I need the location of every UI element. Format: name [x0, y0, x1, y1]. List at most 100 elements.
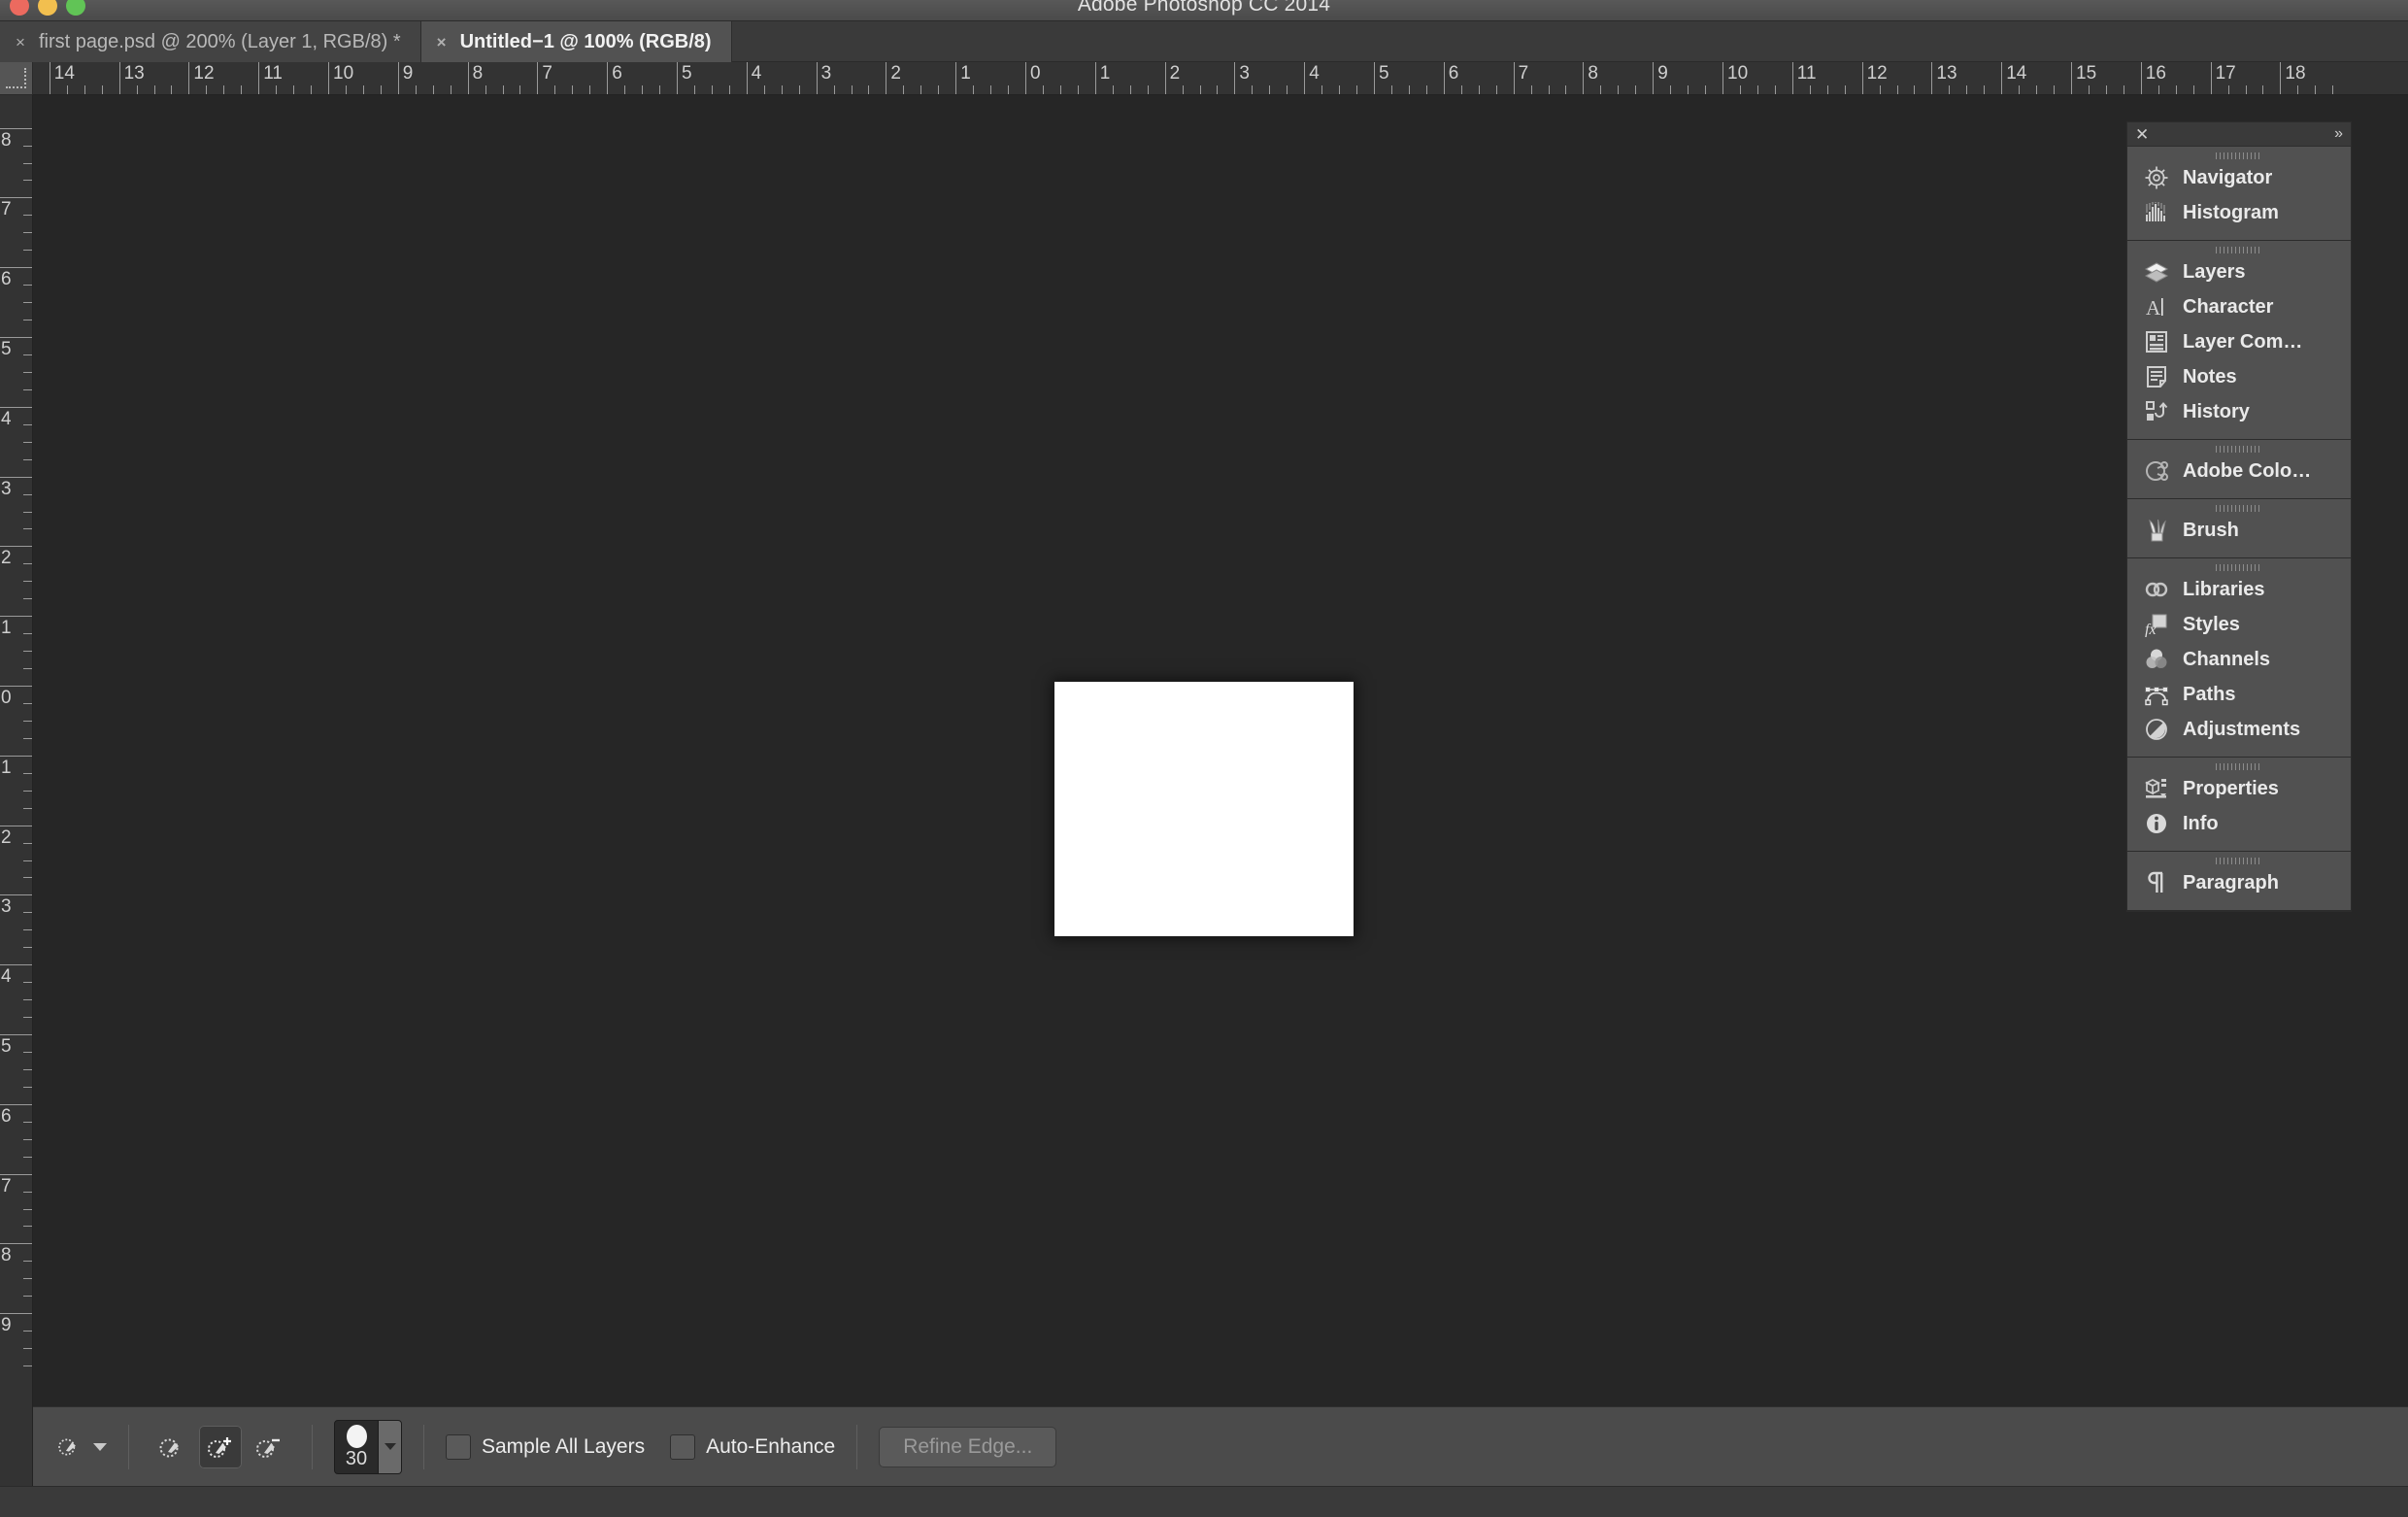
- ruler-minor-tick: [1549, 85, 1550, 94]
- sample-all-layers-checkbox[interactable]: Sample All Layers: [446, 1434, 645, 1460]
- panel-item-libraries[interactable]: Libraries: [2127, 572, 2351, 607]
- ruler-major-tick: [0, 964, 33, 965]
- panel-group-drag-handle[interactable]: [2127, 147, 2351, 160]
- document-canvas[interactable]: [1054, 682, 1354, 936]
- ruler-minor-tick: [694, 85, 695, 94]
- expand-panels-icon[interactable]: »: [2334, 126, 2341, 142]
- ruler-major-tick: [0, 894, 33, 895]
- ruler-label: 4: [1, 966, 12, 988]
- panel-item-histogram[interactable]: Histogram: [2127, 195, 2351, 230]
- document-tab-label: first page.psd @ 200% (Layer 1, RGB/8) *: [39, 31, 401, 53]
- brush-size-picker[interactable]: 30: [334, 1420, 402, 1474]
- chevron-down-icon[interactable]: [93, 1443, 107, 1451]
- panel-item-info[interactable]: Info: [2127, 806, 2351, 841]
- ruler-minor-tick: [2089, 85, 2090, 94]
- ruler-minor-tick: [1827, 85, 1828, 94]
- panel-item-paragraph[interactable]: Paragraph: [2127, 865, 2351, 900]
- ruler-minor-tick: [2228, 85, 2229, 94]
- checkbox-box[interactable]: [446, 1434, 471, 1460]
- panel-group-drag-handle[interactable]: [2127, 558, 2351, 572]
- ruler-minor-tick: [23, 1069, 32, 1070]
- close-icon[interactable]: ×: [437, 34, 447, 51]
- close-icon[interactable]: ×: [16, 34, 25, 51]
- panel-item-channels[interactable]: Channels: [2127, 642, 2351, 677]
- brush-dropdown-button[interactable]: [378, 1421, 401, 1473]
- auto-enhance-checkbox[interactable]: Auto-Enhance: [670, 1434, 835, 1460]
- ruler-label: 1: [1095, 63, 1111, 84]
- panel-item-brush[interactable]: Brush: [2127, 513, 2351, 548]
- ruler-label: 8: [1, 130, 12, 152]
- panel-group-drag-handle[interactable]: [2127, 852, 2351, 865]
- adjustments-icon: [2144, 717, 2169, 742]
- info-icon: [2144, 811, 2169, 836]
- panel-item-notes[interactable]: Notes: [2127, 359, 2351, 394]
- panel-dock: ✕ » NavigatorHistogram LayersACharacter La…: [2126, 121, 2352, 912]
- close-icon[interactable]: ✕: [2135, 126, 2149, 143]
- checkbox-box[interactable]: [670, 1434, 695, 1460]
- ruler-minor-tick: [23, 250, 32, 251]
- refine-edge-button[interactable]: Refine Edge...: [879, 1427, 1056, 1467]
- ruler-minor-tick: [23, 442, 32, 443]
- adobe-color-themes-icon: [2144, 458, 2169, 484]
- panel-item-character[interactable]: ACharacter: [2127, 289, 2351, 324]
- panel-group-drag-handle[interactable]: [2127, 440, 2351, 454]
- ruler-minor-tick: [2262, 85, 2263, 94]
- panel-item-navigator[interactable]: Navigator: [2127, 160, 2351, 195]
- panel-group-drag-handle[interactable]: [2127, 499, 2351, 513]
- panel-group: Properties Info: [2127, 758, 2351, 852]
- panel-item-history[interactable]: History: [2127, 394, 2351, 429]
- ruler-minor-tick: [2036, 85, 2037, 94]
- ruler-minor-tick: [938, 85, 939, 94]
- ruler-origin-corner[interactable]: [0, 62, 33, 95]
- ruler-minor-tick: [276, 85, 277, 94]
- subtract-from-selection-button[interactable]: [248, 1426, 290, 1468]
- ruler-minor-tick: [624, 85, 625, 94]
- ruler-minor-tick: [2315, 85, 2316, 94]
- quick-selection-preset-icon: [56, 1434, 82, 1460]
- document-tab-first-page[interactable]: × first page.psd @ 200% (Layer 1, RGB/8)…: [0, 21, 421, 62]
- panel-item-properties[interactable]: Properties: [2127, 771, 2351, 806]
- histogram-icon: [2144, 200, 2169, 225]
- canvas-area[interactable]: [33, 95, 2408, 1406]
- panel-item-layer-com[interactable]: Layer Com…: [2127, 324, 2351, 359]
- vertical-ruler[interactable]: 876543210123456789: [0, 95, 33, 1517]
- ruler-major-tick: [0, 337, 33, 338]
- ruler-minor-tick: [2297, 85, 2298, 94]
- panel-group-drag-handle[interactable]: [2127, 241, 2351, 254]
- ruler-minor-tick: [171, 85, 172, 94]
- ruler-minor-tick: [23, 1157, 32, 1158]
- ruler-minor-tick: [1269, 85, 1270, 94]
- character-icon: A: [2144, 294, 2169, 320]
- panel-item-adjustments[interactable]: Adjustments: [2127, 712, 2351, 747]
- ruler-minor-tick: [23, 389, 32, 390]
- document-tab-untitled-1[interactable]: × Untitled−1 @ 100% (RGB/8): [421, 21, 732, 62]
- history-icon: [2144, 399, 2169, 424]
- panel-item-label: Properties: [2183, 778, 2279, 800]
- panel-item-styles[interactable]: fxStyles: [2127, 607, 2351, 642]
- add-to-selection-button[interactable]: [199, 1426, 242, 1468]
- ruler-label: 9: [1, 1315, 12, 1336]
- horizontal-ruler[interactable]: 1413121110987654321012345678910111213141…: [33, 62, 2408, 95]
- new-selection-button[interactable]: [150, 1426, 193, 1468]
- ruler-minor-tick: [23, 163, 32, 164]
- panel-group: Adobe Colo…: [2127, 440, 2351, 499]
- ruler-major-tick: [0, 546, 33, 547]
- divider: [128, 1425, 129, 1469]
- panel-item-label: Layer Com…: [2183, 331, 2302, 354]
- ruler-minor-tick: [1757, 85, 1758, 94]
- window-title: Adobe Photoshop CC 2014: [0, 0, 2408, 16]
- panel-item-layers[interactable]: Layers: [2127, 254, 2351, 289]
- panel-item-paths[interactable]: Paths: [2127, 677, 2351, 712]
- divider: [856, 1425, 857, 1469]
- ruler-label: 5: [1, 1036, 12, 1058]
- panel-item-adobe-colo[interactable]: Adobe Colo…: [2127, 454, 2351, 489]
- document-tab-bar: × first page.psd @ 200% (Layer 1, RGB/8)…: [0, 21, 2408, 62]
- ruler-minor-tick: [23, 721, 32, 722]
- ruler-label: 7: [1, 1176, 12, 1197]
- ruler-label: 15: [2071, 63, 2096, 84]
- tool-preset-picker[interactable]: [56, 1434, 107, 1460]
- ruler-minor-tick: [834, 85, 835, 94]
- ruler-minor-tick: [23, 598, 32, 599]
- panel-group-drag-handle[interactable]: [2127, 758, 2351, 771]
- ruler-minor-tick: [1670, 85, 1671, 94]
